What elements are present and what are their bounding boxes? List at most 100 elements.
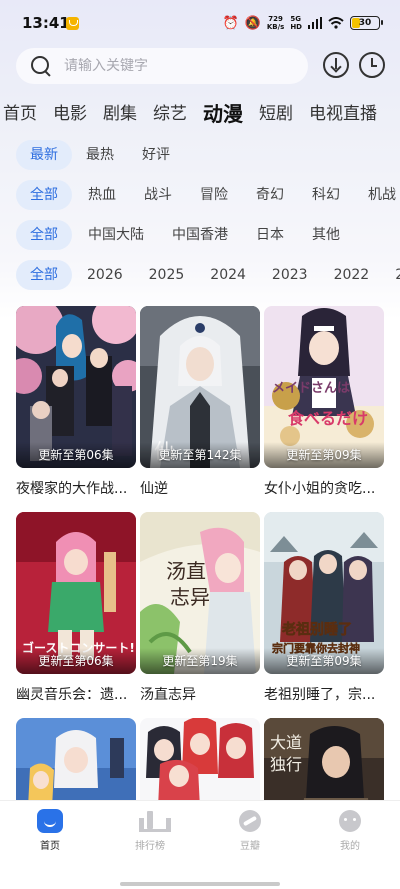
- anime-card[interactable]: ゴーストコンサート! 更新至第06集 幽灵音乐会：遗...: [16, 512, 136, 704]
- genre-chip[interactable]: 冒险: [186, 180, 242, 210]
- network-speed-unit: KB/s: [266, 23, 285, 31]
- alarm-icon: ⏰: [222, 15, 239, 31]
- svg-text:メイドさんは: メイドさんは: [272, 381, 350, 396]
- sort-hottest-chip[interactable]: 最热: [72, 140, 128, 170]
- region-chip[interactable]: 中国大陆: [74, 220, 158, 250]
- genre-chip[interactable]: 科幻: [298, 180, 354, 210]
- mute-icon: 🔕: [244, 15, 261, 31]
- search-icon: [30, 55, 52, 77]
- network-type-sub: HD: [290, 23, 302, 31]
- card-title[interactable]: 幽灵音乐会：遗...: [16, 684, 136, 704]
- genre-chip[interactable]: 热血: [74, 180, 130, 210]
- anime-card[interactable]: 老祖别睡了 宗门要靠你去封神 更新至第09集 老祖别睡了，宗...: [264, 512, 384, 704]
- tab-home[interactable]: 首页: [3, 102, 37, 126]
- home-indicator[interactable]: [120, 882, 280, 886]
- nav-home-label: 首页: [40, 841, 60, 852]
- status-bar: 13:41 ⏰ 🔕 729 KB/s 5G HD 30: [0, 0, 400, 48]
- battery-level: 30: [358, 18, 372, 28]
- nav-douban[interactable]: 豆瓣: [218, 809, 282, 852]
- region-chip[interactable]: 日本: [242, 220, 298, 250]
- network-type: 5G HD: [290, 15, 302, 31]
- year-chip[interactable]: 2: [382, 260, 400, 290]
- year-chip-all[interactable]: 全部: [16, 260, 72, 290]
- network-type-label: 5G: [290, 15, 301, 23]
- svg-text:食べるだけ: 食べるだけ: [287, 409, 368, 428]
- nav-home[interactable]: 首页: [18, 809, 82, 852]
- year-chip[interactable]: 2026: [74, 260, 136, 290]
- anime-card[interactable]: 更新至第06集 夜樱家的大作战...: [16, 306, 136, 498]
- genre-chip[interactable]: 奇幻: [242, 180, 298, 210]
- card-title[interactable]: 汤直志异: [140, 684, 260, 704]
- card-title[interactable]: 仙逆: [140, 478, 260, 498]
- svg-text:汤直: 汤直: [166, 559, 206, 583]
- mine-icon: [337, 809, 363, 833]
- region-chip[interactable]: 其他: [298, 220, 354, 250]
- genre-chip[interactable]: 战斗: [130, 180, 186, 210]
- poster-image[interactable]: 更新至第06集: [16, 306, 136, 468]
- poster-image[interactable]: 汤直 志异 更新至第19集: [140, 512, 260, 674]
- search-bar[interactable]: [16, 48, 308, 84]
- poster-image[interactable]: 老祖别睡了 宗门要靠你去封神 更新至第09集: [264, 512, 384, 674]
- anime-card[interactable]: 汤直 志异 更新至第19集 汤直志异: [140, 512, 260, 704]
- nav-ranking[interactable]: 排行榜: [118, 809, 182, 852]
- category-tabs: 首页 电影 剧集 综艺 动漫 短剧 电视直播: [0, 96, 390, 126]
- wifi-icon: [328, 17, 344, 29]
- tab-short-drama[interactable]: 短剧: [259, 102, 293, 126]
- sort-rating-chip[interactable]: 好评: [128, 140, 184, 170]
- episode-badge: 更新至第06集: [16, 648, 136, 674]
- episode-badge: 更新至第09集: [264, 442, 384, 468]
- poster-image[interactable]: 仙 更新至第142集: [140, 306, 260, 468]
- episode-badge: 更新至第142集: [140, 442, 260, 468]
- genre-chip-all[interactable]: 全部: [16, 180, 72, 210]
- search-input[interactable]: [64, 58, 264, 74]
- status-icons: ⏰ 🔕 729 KB/s 5G HD 30: [222, 13, 383, 33]
- home-icon: [37, 809, 63, 833]
- tab-anime[interactable]: 动漫: [203, 102, 243, 126]
- card-title[interactable]: 女仆小姐的贪吃...: [264, 478, 384, 498]
- year-filter-row: 全部 2026 2025 2024 2023 2022 2: [16, 260, 400, 290]
- poster-image[interactable]: メイドさんは 食べるだけ 更新至第09集: [264, 306, 384, 468]
- episode-badge: 更新至第19集: [140, 648, 260, 674]
- nav-mine[interactable]: 我的: [318, 809, 382, 852]
- card-title[interactable]: 老祖别睡了，宗...: [264, 684, 384, 704]
- network-speed-value: 729: [268, 15, 283, 23]
- signal-icon: [308, 17, 322, 29]
- year-chip[interactable]: 2025: [136, 260, 198, 290]
- nav-mine-label: 我的: [340, 841, 360, 852]
- nav-douban-label: 豆瓣: [240, 841, 260, 852]
- battery-icon: 30: [350, 16, 383, 30]
- region-filter-row: 全部 中国大陆 中国香港 日本 其他: [16, 220, 354, 250]
- tab-variety[interactable]: 综艺: [153, 102, 187, 126]
- svg-text:志异: 志异: [170, 585, 210, 609]
- episode-badge: 更新至第06集: [16, 442, 136, 468]
- genre-chip[interactable]: 机战: [354, 180, 400, 210]
- nav-ranking-label: 排行榜: [135, 841, 165, 852]
- rank-icon: [137, 809, 171, 833]
- year-chip[interactable]: 2023: [259, 260, 321, 290]
- episode-badge: 更新至第09集: [264, 648, 384, 674]
- year-chip[interactable]: 2024: [197, 260, 259, 290]
- region-chip-all[interactable]: 全部: [16, 220, 72, 250]
- year-chip[interactable]: 2022: [321, 260, 383, 290]
- anime-card[interactable]: メイドさんは 食べるだけ 更新至第09集 女仆小姐的贪吃...: [264, 306, 384, 498]
- sort-latest-chip[interactable]: 最新: [16, 140, 72, 170]
- sort-filter-row: 最新 最热 好评: [16, 140, 184, 170]
- svg-text:老祖别睡了: 老祖别睡了: [282, 621, 352, 638]
- bottom-navigation: 首页 排行榜 豆瓣 我的: [0, 800, 400, 889]
- tab-movies[interactable]: 电影: [53, 102, 87, 126]
- region-chip[interactable]: 中国香港: [158, 220, 242, 250]
- svg-text:独行: 独行: [270, 755, 302, 774]
- download-icon[interactable]: [323, 52, 349, 78]
- status-time: 13:41: [22, 14, 70, 32]
- card-title[interactable]: 夜樱家的大作战...: [16, 478, 136, 498]
- anime-card[interactable]: 仙 更新至第142集 仙逆: [140, 306, 260, 498]
- tab-tv-live[interactable]: 电视直播: [309, 102, 377, 126]
- history-clock-icon[interactable]: [359, 52, 385, 78]
- douban-icon: [237, 809, 263, 833]
- app-notification-icon: [66, 17, 79, 30]
- network-speed: 729 KB/s: [267, 15, 284, 31]
- svg-text:大道: 大道: [270, 733, 302, 752]
- tab-series[interactable]: 剧集: [103, 102, 137, 126]
- genre-filter-row: 全部 热血 战斗 冒险 奇幻 科幻 机战: [16, 180, 400, 210]
- poster-image[interactable]: ゴーストコンサート! 更新至第06集: [16, 512, 136, 674]
